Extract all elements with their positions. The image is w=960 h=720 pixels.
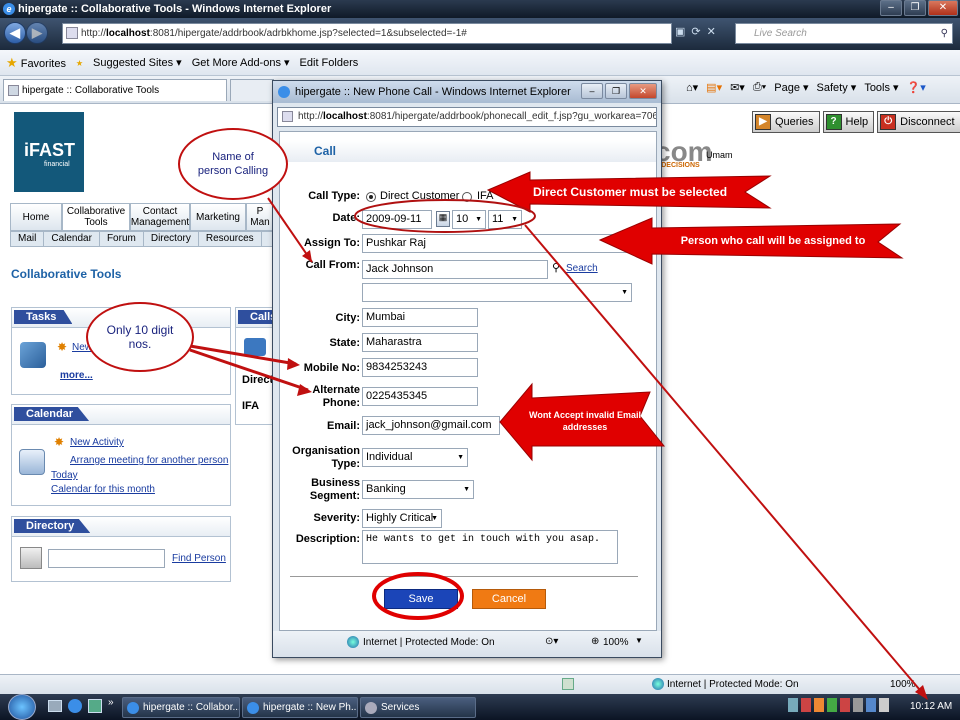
pointer-line-clock (524, 224, 926, 697)
arrowhead-mobile (287, 358, 300, 370)
cloud-digits-text: Only 10 digit nos. (106, 323, 174, 351)
arrowhead-call-from (302, 250, 312, 262)
arrow-email-text: Wont Accept invalid Email addresses (528, 410, 642, 432)
save-highlight-ellipse (372, 572, 464, 620)
arrow-assign-text: Person who call will be assigned to (680, 235, 866, 247)
cloud-person-calling: Name of person Calling (178, 128, 288, 200)
cloud-ten-digit: Only 10 digit nos. (86, 302, 194, 372)
date-highlight-ellipse (354, 199, 536, 233)
arrow-direct-text: Direct Customer must be selected (532, 185, 728, 199)
cloud-person-text: Name of person Calling (197, 151, 269, 177)
pointer-line-call-from (267, 197, 313, 263)
